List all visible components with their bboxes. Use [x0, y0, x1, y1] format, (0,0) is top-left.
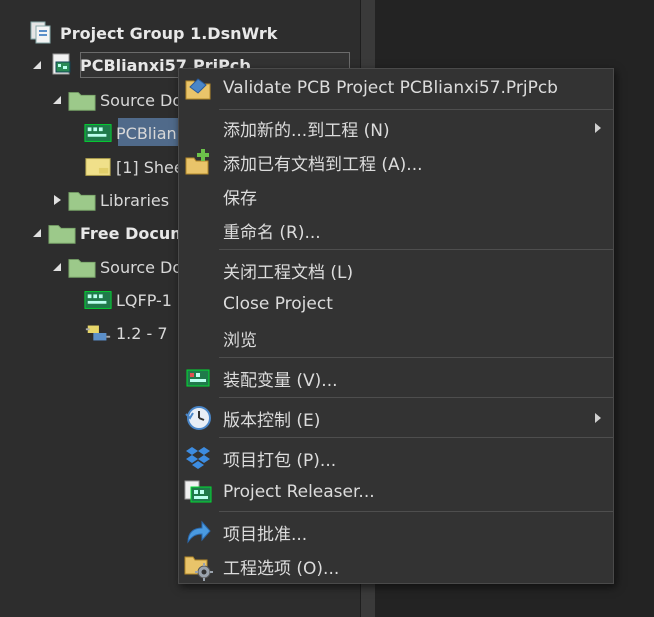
- free-source-documents-label: Source Do: [100, 257, 183, 277]
- pcb-file-label: PCBlian: [116, 123, 177, 143]
- folder-gear-icon: [183, 551, 213, 581]
- menu-item-explore[interactable]: 浏览: [179, 321, 613, 355]
- menu-item-pack-project[interactable]: 项目打包 (P)...: [179, 441, 613, 475]
- menu-item-close-documents[interactable]: 关闭工程文档 (L): [179, 253, 613, 287]
- menu-separator: [219, 357, 613, 358]
- folder-icon: [68, 88, 96, 112]
- tree-item-sheet[interactable]: [1] Shee: [84, 152, 184, 182]
- free-documents-label: Free Docum: [80, 223, 187, 243]
- pcb-file-icon: [84, 121, 112, 145]
- tree-item-project-group[interactable]: Project Group 1.DsnWrk: [28, 18, 277, 48]
- dropbox-icon: [183, 443, 213, 473]
- validate-icon: [183, 73, 213, 103]
- folder-icon: [68, 188, 96, 212]
- tree-item-lqfp[interactable]: LQFP-1: [84, 285, 172, 315]
- menu-item-project-releaser[interactable]: Project Releaser...: [179, 475, 613, 509]
- menu-item-variants[interactable]: 装配变量 (V)...: [179, 361, 613, 395]
- tree-item-free-documents[interactable]: Free Docum: [30, 218, 187, 248]
- menu-item-version-control[interactable]: 版本控制 (E): [179, 401, 613, 435]
- tree-item-libraries[interactable]: Libraries: [50, 185, 169, 215]
- version-item-label: 1.2 - 7: [116, 323, 168, 343]
- add-existing-icon: [183, 147, 213, 177]
- lqfp-label: LQFP-1: [116, 290, 172, 310]
- menu-item-add-new[interactable]: 添加新的...到工程 (N): [179, 111, 613, 145]
- menu-item-project-approve[interactable]: 项目批准...: [179, 515, 613, 549]
- menu-item-close-project[interactable]: Close Project: [179, 287, 613, 321]
- menu-separator: [219, 397, 613, 398]
- collapse-arrow-icon[interactable]: [30, 58, 44, 72]
- menu-separator: [219, 437, 613, 438]
- expand-arrow-icon[interactable]: [50, 193, 64, 207]
- component-icon: [84, 321, 112, 345]
- schematic-sheet-icon: [84, 155, 112, 179]
- libraries-label: Libraries: [100, 190, 170, 210]
- menu-separator: [219, 249, 613, 250]
- tree-item-free-source-documents[interactable]: Source Do: [50, 252, 182, 282]
- project-group-icon: [28, 21, 56, 45]
- menu-separator: [219, 109, 613, 110]
- menu-item-save[interactable]: 保存: [179, 179, 613, 213]
- folder-icon: [68, 255, 96, 279]
- collapse-arrow-icon[interactable]: [30, 226, 44, 240]
- menu-item-rename[interactable]: 重命名 (R)...: [179, 213, 613, 247]
- clock-icon: [183, 403, 213, 433]
- context-menu: Validate PCB Project PCBlianxi57.PrjPcb …: [178, 68, 614, 584]
- menu-item-validate-pcb[interactable]: Validate PCB Project PCBlianxi57.PrjPcb: [179, 71, 613, 105]
- releaser-icon: [183, 477, 213, 507]
- pcb-library-icon: [84, 288, 112, 312]
- project-group-label: Project Group 1.DsnWrk: [60, 23, 278, 43]
- variant-icon: [183, 363, 213, 393]
- menu-item-project-options[interactable]: 工程选项 (O)...: [179, 549, 613, 583]
- share-arrow-icon: [183, 517, 213, 547]
- menu-item-add-existing[interactable]: 添加已有文档到工程 (A)...: [179, 145, 613, 179]
- folder-icon: [48, 221, 76, 245]
- tree-item-version[interactable]: 1.2 - 7: [84, 318, 168, 348]
- menu-separator: [219, 511, 613, 512]
- pcb-project-icon: [48, 53, 76, 77]
- submenu-arrow-icon: [595, 123, 601, 133]
- tree-item-pcb-file[interactable]: PCBlian: [84, 118, 177, 148]
- collapse-arrow-icon[interactable]: [50, 260, 64, 274]
- tree-item-source-documents[interactable]: Source Do: [50, 85, 182, 115]
- submenu-arrow-icon: [595, 413, 601, 423]
- source-documents-label: Source Do: [100, 90, 183, 110]
- collapse-arrow-icon[interactable]: [50, 93, 64, 107]
- sheet-label: [1] Shee: [116, 157, 184, 177]
